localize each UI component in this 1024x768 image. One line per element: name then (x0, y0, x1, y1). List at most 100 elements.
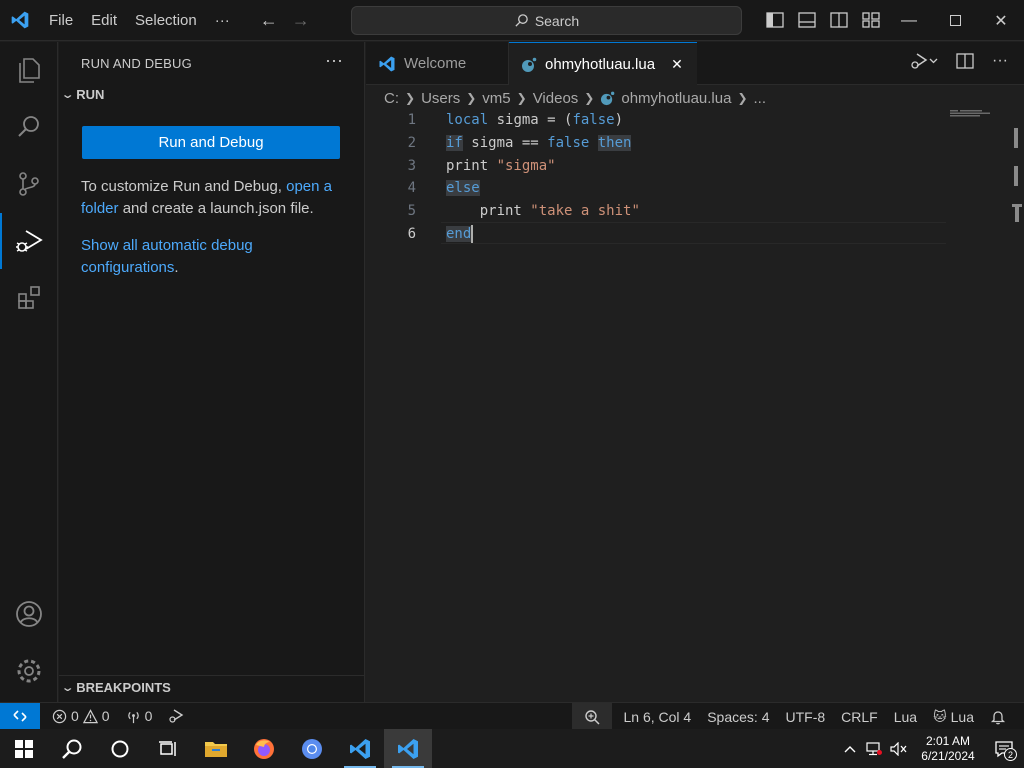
code-line-current[interactable]: 6 end (366, 222, 946, 245)
customize-layout-icon[interactable] (860, 8, 882, 32)
command-center-search[interactable]: Search (351, 6, 742, 35)
menu-bar: File Edit Selection ··· (40, 0, 239, 41)
warning-icon (82, 708, 98, 723)
explorer-icon[interactable] (0, 42, 58, 98)
code-editor[interactable]: 1 local sigma = (false) 2 if sigma == fa… (366, 109, 946, 245)
notification-count-badge: 2 (1004, 748, 1017, 761)
status-bar: 0 0 0 Ln 6, Col 4 Spaces: 4 UTF-8 CRLF L… (0, 702, 1024, 730)
overview-ruler[interactable] (1010, 128, 1024, 228)
editor-area: Welcome ohmyhotluau.lua ✕ ··· C: ❯ Users… (366, 42, 1024, 702)
extensions-icon[interactable] (0, 270, 58, 326)
menu-more[interactable]: ··· (206, 0, 239, 41)
remote-icon (13, 710, 27, 722)
search-label: Search (534, 12, 580, 29)
broadcast-icon (127, 711, 139, 723)
breadcrumb: C: ❯ Users ❯ vm5 ❯ Videos ❯ ohmyhotluau.… (384, 87, 766, 109)
cursor-position[interactable]: Ln 6, Col 4 (616, 709, 700, 725)
toggle-primary-sidebar-icon[interactable] (764, 8, 786, 32)
editor-more-actions[interactable]: ··· (992, 52, 1008, 70)
lua-file-icon (601, 91, 615, 105)
manage-gear-icon[interactable] (0, 643, 58, 699)
tab-ohmyhotluau[interactable]: ohmyhotluau.lua ✕ (509, 42, 697, 86)
maximize-icon[interactable] (932, 0, 978, 41)
tab-welcome[interactable]: Welcome (366, 42, 509, 85)
run-debug-dropdown-icon[interactable] (910, 52, 938, 70)
code-line[interactable]: 5 print "take a shit" (366, 200, 946, 223)
breadcrumb-item[interactable]: ohmyhotluau.lua (621, 90, 731, 107)
editor-tabs: Welcome ohmyhotluau.lua ✕ ··· (366, 42, 1024, 86)
task-view-icon[interactable] (144, 729, 192, 768)
code-line[interactable]: 4 else (366, 177, 946, 200)
code-line[interactable]: 2 if sigma == false then (366, 132, 946, 155)
breadcrumb-item[interactable]: ... (754, 90, 767, 107)
toggle-secondary-sidebar-icon[interactable] (828, 8, 850, 32)
breadcrumb-item[interactable]: Videos (533, 90, 579, 107)
forward-arrow-icon[interactable]: → (289, 8, 313, 32)
vscode-taskbar-icon[interactable] (336, 729, 384, 768)
run-and-debug-icon[interactable] (0, 213, 58, 269)
line-number: 4 (407, 180, 416, 197)
sidebar-more-actions[interactable]: ··· (325, 50, 343, 71)
activity-bar (0, 42, 58, 702)
back-arrow-icon[interactable]: ← (257, 8, 281, 32)
tray-chevron-up-icon[interactable] (838, 729, 862, 768)
menu-file[interactable]: File (40, 0, 82, 41)
window-controls: — ✕ (886, 0, 1024, 41)
problems-status[interactable]: 0 0 (44, 708, 118, 724)
taskbar-search-icon[interactable] (48, 729, 96, 768)
split-editor-icon[interactable] (956, 53, 974, 69)
end-of-line[interactable]: CRLF (833, 709, 886, 725)
ports-status[interactable]: 0 (118, 708, 161, 724)
run-section-header[interactable]: ⌄ RUN (60, 87, 105, 102)
minimap[interactable] (950, 108, 1008, 118)
run-and-debug-button[interactable]: Run and Debug (82, 126, 340, 159)
zoom-button[interactable] (571, 703, 612, 730)
toggle-panel-icon[interactable] (796, 8, 818, 32)
chevron-right-icon: ❯ (516, 91, 527, 105)
language-mode[interactable]: Lua (886, 709, 925, 725)
error-count: 0 (71, 708, 79, 724)
code-text: else (446, 180, 480, 197)
start-button-windows-icon[interactable] (0, 729, 48, 768)
code-line[interactable]: 3 print "sigma" (366, 154, 946, 177)
customize-text-1: To customize Run and Debug, (81, 178, 282, 195)
breadcrumb-item[interactable]: Users (421, 90, 460, 107)
menu-selection[interactable]: Selection (126, 0, 206, 41)
remote-window-button[interactable] (0, 702, 40, 730)
lua-extension-status[interactable]: 🐱 Lua (925, 709, 982, 725)
notifications-bell-icon[interactable] (982, 709, 1014, 725)
breakpoints-section-header[interactable]: ⌄ BREAKPOINTS (61, 680, 171, 695)
volume-muted-icon[interactable] (886, 729, 912, 768)
current-line-highlight (441, 222, 946, 245)
accounts-icon[interactable] (0, 586, 58, 642)
warning-count: 0 (101, 708, 110, 724)
indentation[interactable]: Spaces: 4 (699, 709, 777, 725)
file-explorer-icon[interactable] (192, 729, 240, 768)
chevron-down-icon: ⌄ (60, 89, 75, 101)
close-tab-icon[interactable]: ✕ (671, 56, 683, 73)
breadcrumb-item[interactable]: C: (384, 90, 399, 107)
breadcrumb-item[interactable]: vm5 (482, 90, 510, 107)
action-center-icon[interactable]: 2 (984, 729, 1024, 768)
source-control-icon[interactable] (0, 156, 58, 212)
firefox-icon[interactable] (240, 729, 288, 768)
vscode-active-taskbar-icon[interactable] (384, 729, 432, 768)
encoding[interactable]: UTF-8 (777, 709, 833, 725)
chevron-right-icon: ❯ (466, 91, 477, 105)
close-window-icon[interactable]: ✕ (978, 0, 1024, 41)
search-view-icon[interactable] (0, 99, 58, 155)
menu-edit[interactable]: Edit (82, 0, 126, 41)
cortana-icon[interactable] (96, 729, 144, 768)
editor-actions: ··· (910, 52, 1008, 70)
show-all-debug-configs-link[interactable]: Show all automatic debug configurations (81, 237, 253, 276)
taskbar-clock[interactable]: 2:01 AM 6/21/2024 (912, 734, 984, 764)
system-tray: 2:01 AM 6/21/2024 2 (838, 729, 1024, 768)
cat-icon: 🐱 (933, 708, 947, 724)
debug-status[interactable] (160, 708, 192, 724)
code-line[interactable]: 1 local sigma = (false) (366, 109, 946, 132)
section-divider (59, 675, 365, 676)
code-text: if sigma == false then (446, 135, 632, 152)
chromium-icon[interactable] (288, 729, 336, 768)
minimize-icon[interactable]: — (886, 0, 932, 41)
network-icon[interactable] (862, 729, 886, 768)
